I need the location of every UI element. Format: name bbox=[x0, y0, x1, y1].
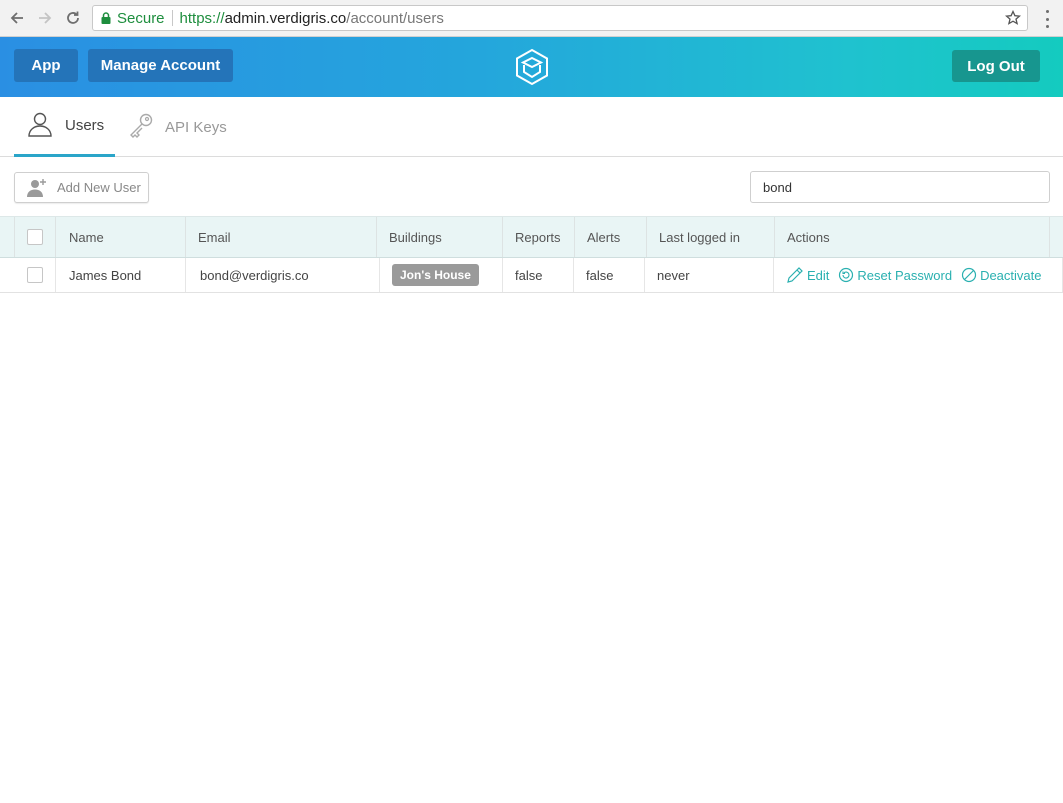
user-icon bbox=[27, 111, 53, 141]
table-header: Name Email Buildings Reports Alerts Last… bbox=[0, 216, 1063, 258]
deactivate-icon bbox=[961, 267, 977, 283]
user-reports: false bbox=[503, 258, 574, 292]
browser-menu-icon[interactable] bbox=[1040, 10, 1054, 28]
deactivate-action[interactable]: Deactivate bbox=[961, 267, 1041, 283]
user-last-logged-in: never bbox=[645, 258, 774, 292]
forward-icon[interactable] bbox=[35, 8, 55, 28]
users-table: Name Email Buildings Reports Alerts Last… bbox=[0, 216, 1063, 293]
verdigris-logo-icon[interactable] bbox=[514, 47, 550, 87]
column-header-last-logged-in[interactable]: Last logged in bbox=[647, 217, 775, 257]
edit-label: Edit bbox=[807, 267, 830, 283]
logout-button[interactable]: Log Out bbox=[952, 50, 1040, 82]
url-path: /account/users bbox=[346, 9, 444, 27]
lock-icon bbox=[99, 10, 113, 26]
column-header-alerts[interactable]: Alerts bbox=[575, 217, 647, 257]
tab-api-keys[interactable]: API Keys bbox=[128, 97, 238, 157]
address-bar[interactable]: Secure https://admin.verdigris.co/accoun… bbox=[92, 5, 1028, 31]
table-row: James Bond bond@verdigris.co Jon's House… bbox=[0, 258, 1063, 293]
add-new-user-label: Add New User bbox=[57, 180, 141, 195]
reset-password-action[interactable]: Reset Password bbox=[838, 267, 952, 283]
bookmark-star-icon[interactable] bbox=[1004, 9, 1022, 26]
tab-users-label: Users bbox=[65, 117, 105, 134]
back-icon[interactable] bbox=[7, 8, 27, 28]
reload-icon[interactable] bbox=[63, 8, 83, 28]
search-input[interactable] bbox=[750, 171, 1050, 203]
column-header-reports[interactable]: Reports bbox=[503, 217, 575, 257]
user-alerts: false bbox=[574, 258, 645, 292]
add-new-user-button[interactable]: Add New User bbox=[14, 172, 149, 203]
select-all-cell bbox=[14, 217, 56, 257]
address-divider bbox=[171, 10, 173, 26]
actions-cell: Edit Reset Password Deactivate bbox=[774, 258, 1063, 292]
secure-label: Secure bbox=[117, 9, 165, 27]
row-checkbox[interactable] bbox=[26, 267, 43, 283]
manage-account-button[interactable]: Manage Account bbox=[88, 49, 233, 82]
column-header-actions: Actions bbox=[775, 217, 1050, 257]
edit-action[interactable]: Edit bbox=[786, 266, 829, 284]
account-tabs: Users API Keys bbox=[0, 97, 1063, 157]
pencil-icon bbox=[787, 267, 803, 283]
url-host: admin.verdigris.co bbox=[224, 9, 347, 27]
select-all-checkbox[interactable] bbox=[27, 229, 43, 245]
user-email: bond@verdigris.co bbox=[186, 258, 380, 292]
add-user-icon bbox=[27, 178, 47, 197]
column-header-email[interactable]: Email bbox=[186, 217, 377, 257]
app-header: App Manage Account Log Out bbox=[0, 37, 1063, 97]
browser-toolbar: Secure https://admin.verdigris.co/accoun… bbox=[0, 0, 1063, 37]
column-header-name[interactable]: Name bbox=[56, 217, 186, 257]
reset-icon bbox=[839, 267, 854, 283]
building-badge[interactable]: Jon's House bbox=[392, 264, 479, 286]
buildings-cell: Jon's House bbox=[380, 258, 503, 292]
tab-users[interactable]: Users bbox=[14, 97, 115, 157]
tab-api-keys-label: API Keys bbox=[165, 118, 227, 136]
reset-password-label: Reset Password bbox=[857, 267, 953, 283]
user-name: James Bond bbox=[56, 258, 186, 292]
url-scheme: https:// bbox=[179, 9, 225, 27]
column-header-buildings[interactable]: Buildings bbox=[377, 217, 503, 257]
row-select-cell bbox=[0, 258, 56, 292]
deactivate-label: Deactivate bbox=[980, 267, 1042, 283]
app-button[interactable]: App bbox=[14, 49, 78, 82]
key-icon bbox=[128, 112, 154, 142]
